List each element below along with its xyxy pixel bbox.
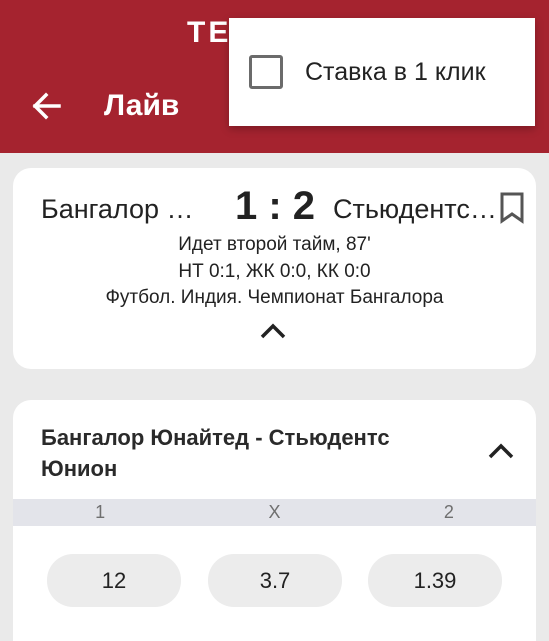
back-button[interactable] [27,86,67,126]
collapse-match-button[interactable] [258,320,288,342]
odds-column-away: 2 [443,502,454,522]
chevron-up-icon [488,443,514,459]
brand-title: TE [187,16,232,49]
page-title: Лайв [104,89,180,122]
market-card: Бангалор Юнайтед - Стьюдентс Юнион 1 X 2… [13,400,536,641]
away-team-name: Стьюдентс Юнион [333,194,499,224]
chevron-up-icon [260,323,286,339]
odds-header: 1 X 2 [13,499,536,526]
bookmark-icon [500,192,524,224]
market-title: Бангалор Юнайтед - Стьюдентс Юнион [41,425,390,481]
options-menu: Ставка в 1 клик [229,18,535,126]
one-click-bet-label[interactable]: Ставка в 1 клик [305,58,486,87]
odd-draw-button[interactable]: 3.7 [208,554,342,607]
collapse-market-button[interactable] [486,440,516,462]
match-score: 1 : 2 [235,184,316,228]
match-status: Идет второй тайм, 87' [178,234,371,255]
match-card: Бангалор Юнайтед 1 : 2 Стьюдентс Юнион И… [13,168,536,369]
bookmark-button[interactable] [499,192,525,224]
odd-away-button[interactable]: 1.39 [368,554,502,607]
one-click-bet-checkbox[interactable] [249,55,283,89]
match-stats: НТ 0:1, ЖК 0:0, КК 0:0 [178,261,371,282]
odds-column-home: 1 [95,502,106,522]
odds-column-draw: X [268,502,281,522]
arrow-back-icon [32,92,61,120]
home-team-name: Бангалор Юнайтед [41,194,216,224]
odds-row: 12 3.7 1.39 [47,554,502,607]
tournament-name: Футбол. Индия. Чемпионат Бангалора [105,287,444,308]
odd-home-button[interactable]: 12 [47,554,181,607]
